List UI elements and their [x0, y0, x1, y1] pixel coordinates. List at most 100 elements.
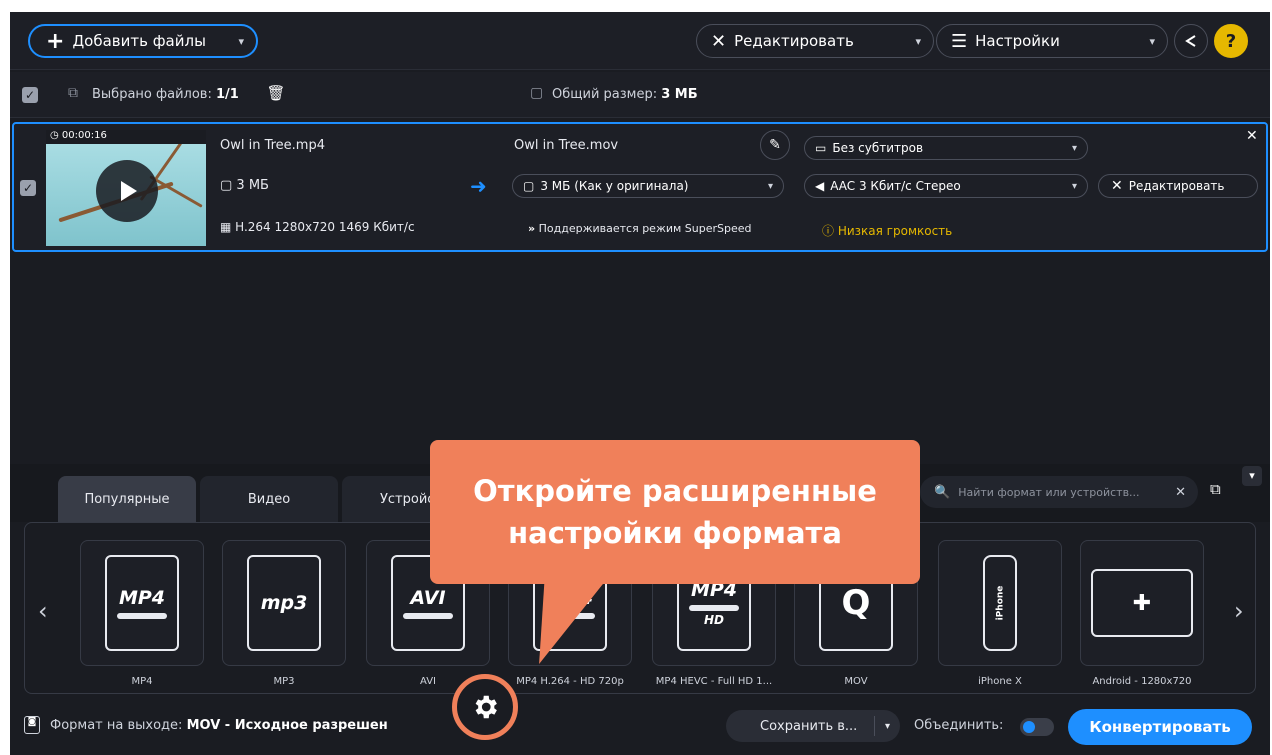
output-format-text[interactable]: Формат на выходе: MOV - Исходное разреше…: [50, 718, 388, 733]
merge-label: Объединить:: [914, 718, 1004, 733]
sliders-icon: ☰: [951, 30, 968, 52]
source-codec: ▦ H.264 1280x720 1469 Кбит/с: [220, 220, 415, 234]
tab-popular-label: Популярные: [84, 491, 170, 507]
format-label-mov: MOV: [844, 676, 868, 687]
file-checkbox[interactable]: ✓: [20, 180, 36, 196]
chevron-down-icon: ▾: [915, 34, 921, 48]
output-filename[interactable]: Owl in Tree.mov: [514, 138, 618, 153]
quicktime-icon-text: Q: [841, 583, 871, 623]
format-label-iphone: iPhone X: [978, 676, 1022, 687]
low-volume-warning[interactable]: ⓘ Низкая громкость: [822, 222, 952, 239]
superspeed-icon: »: [528, 222, 536, 235]
add-files-button[interactable]: + Добавить файлы ▾: [28, 24, 258, 58]
callout-line-2: настройки формата: [508, 516, 842, 550]
duration: ◷ 00:00:16: [50, 130, 107, 141]
iphone-icon: iPhone: [983, 555, 1017, 651]
convert-button[interactable]: Конвертировать: [1068, 709, 1252, 745]
search-icon: 🔍: [934, 484, 951, 500]
plus-icon: +: [46, 28, 65, 54]
callout-line-1: Откройте расширенные: [473, 474, 877, 508]
rename-button[interactable]: ✎: [760, 130, 790, 160]
audio-label: AAC 3 Кбит/с Стерео: [830, 179, 961, 193]
format-label-mp3: MP3: [273, 676, 295, 687]
tab-video[interactable]: Видео: [200, 476, 338, 522]
output-size-label: 3 МБ (Как у оригинала): [540, 179, 689, 193]
selected-label: Выбрано файлов:: [92, 87, 212, 102]
share-icon: [1185, 35, 1196, 47]
low-volume-label: Низкая громкость: [837, 224, 953, 238]
tutorial-callout: Откройте расширенные настройки формата: [430, 440, 920, 584]
prev-arrow-icon[interactable]: ‹: [38, 597, 48, 625]
tools-icon: ✕: [711, 30, 727, 52]
edit-dropdown[interactable]: ✕ Редактировать ▾: [696, 24, 934, 58]
total-size-text: Общий размер: 3 МБ: [552, 87, 698, 102]
selection-bar: ✓ ⧉ Выбрано файлов: 1/1 🗑 ▢ Общий размер…: [10, 72, 1270, 118]
source-size-value: 3 МБ: [236, 178, 269, 193]
chevron-down-icon: ▾: [1071, 180, 1077, 192]
next-arrow-icon[interactable]: ›: [1234, 597, 1244, 625]
format-android[interactable]: ✚: [1080, 540, 1204, 666]
superspeed-label: Поддерживается режим SuperSpeed: [538, 222, 752, 235]
remove-file-icon[interactable]: ✕: [1246, 128, 1258, 144]
output-format-value: MOV - Исходное разрешен: [186, 718, 388, 733]
format-label-mp4: MP4: [131, 676, 153, 687]
mp4-icon-text: MP4: [118, 587, 166, 609]
save-to-dropdown[interactable]: Сохранить в... ▾: [726, 710, 900, 742]
file-edit-button[interactable]: ✕ Редактировать: [1098, 174, 1258, 198]
output-size-dropdown[interactable]: ▢ 3 МБ (Как у оригинала) ▾: [512, 174, 784, 198]
help-button[interactable]: ?: [1214, 24, 1248, 58]
settings-dropdown[interactable]: ☰ Настройки ▾: [936, 24, 1168, 58]
clear-icon[interactable]: ✕: [1175, 485, 1186, 500]
warning-icon: ⓘ: [822, 224, 835, 238]
format-search-input[interactable]: 🔍 Найти формат или устройств... ✕: [920, 476, 1198, 508]
add-files-label: Добавить файлы: [72, 32, 206, 50]
chevron-down-icon: ▾: [1149, 34, 1155, 48]
subtitles-label: Без субтитров: [832, 141, 924, 155]
tab-video-label: Видео: [247, 491, 291, 507]
chevron-down-icon: ▾: [1071, 142, 1077, 154]
total-size-value: 3 МБ: [661, 87, 698, 102]
chevron-down-icon: ▾: [767, 180, 773, 192]
bottom-bar: ◙ Формат на выходе: MOV - Исходное разре…: [10, 702, 1270, 755]
convert-label: Конвертировать: [1089, 718, 1231, 736]
format-settings-button[interactable]: [452, 674, 518, 740]
mp4-icon: MP4: [105, 555, 179, 651]
files-icon: ⧉: [68, 85, 78, 101]
play-button[interactable]: [96, 160, 158, 222]
find-format-icon[interactable]: ⧉: [1210, 480, 1236, 506]
convert-arrow-icon: ➜: [470, 174, 487, 198]
toolbar: + Добавить файлы ▾ ✕ Редактировать ▾ ☰ Н…: [10, 12, 1270, 70]
format-label-mp4-hevc: MP4 HEVC - Full HD 1...: [655, 676, 773, 687]
save-to-label: Сохранить в...: [760, 718, 858, 734]
file-row[interactable]: ✓ ◷ 00:00:16 Owl in Tree.mp4 ▢ 3 МБ ▦ H.…: [12, 122, 1268, 252]
duration-value: 00:00:16: [61, 130, 107, 141]
subtitles-dropdown[interactable]: ▭ Без субтитров ▾: [804, 136, 1088, 160]
file-icon: ▢: [530, 85, 544, 101]
selected-files-text: Выбрано файлов: 1/1: [92, 87, 239, 102]
merge-toggle[interactable]: [1020, 718, 1054, 736]
format-mp3[interactable]: mp3: [222, 540, 346, 666]
format-iphone-x[interactable]: iPhone: [938, 540, 1062, 666]
selected-count: 1/1: [215, 87, 239, 102]
chevron-down-icon: ▾: [238, 34, 244, 48]
format-label-mp4-720p: MP4 H.264 - HD 720p: [516, 676, 624, 687]
format-mp4[interactable]: MP4: [80, 540, 204, 666]
source-codec-value: H.264 1280x720 1469 Кбит/с: [235, 220, 415, 234]
share-button[interactable]: [1174, 24, 1208, 58]
speech-bubble-icon: ▭: [815, 141, 827, 155]
video-thumbnail[interactable]: ◷ 00:00:16: [46, 130, 206, 246]
total-size-label: Общий размер:: [552, 87, 658, 102]
audio-dropdown[interactable]: ◀ AAC 3 Кбит/с Стерео ▾: [804, 174, 1088, 198]
collapse-icon[interactable]: ▾: [1242, 466, 1262, 486]
select-all-checkbox[interactable]: ✓: [22, 87, 38, 103]
edit-label: Редактировать: [734, 32, 854, 50]
play-icon: [121, 181, 137, 201]
android-icon: ✚: [1091, 569, 1193, 637]
mp3-icon: mp3: [247, 555, 321, 651]
iphone-icon-text: iPhone: [995, 585, 1006, 621]
trash-icon[interactable]: 🗑: [264, 84, 288, 106]
file-icon: ▢: [523, 179, 535, 193]
output-format-label: Формат на выходе:: [50, 718, 183, 733]
gear-icon: [475, 695, 497, 719]
tab-popular[interactable]: Популярные: [58, 476, 196, 522]
